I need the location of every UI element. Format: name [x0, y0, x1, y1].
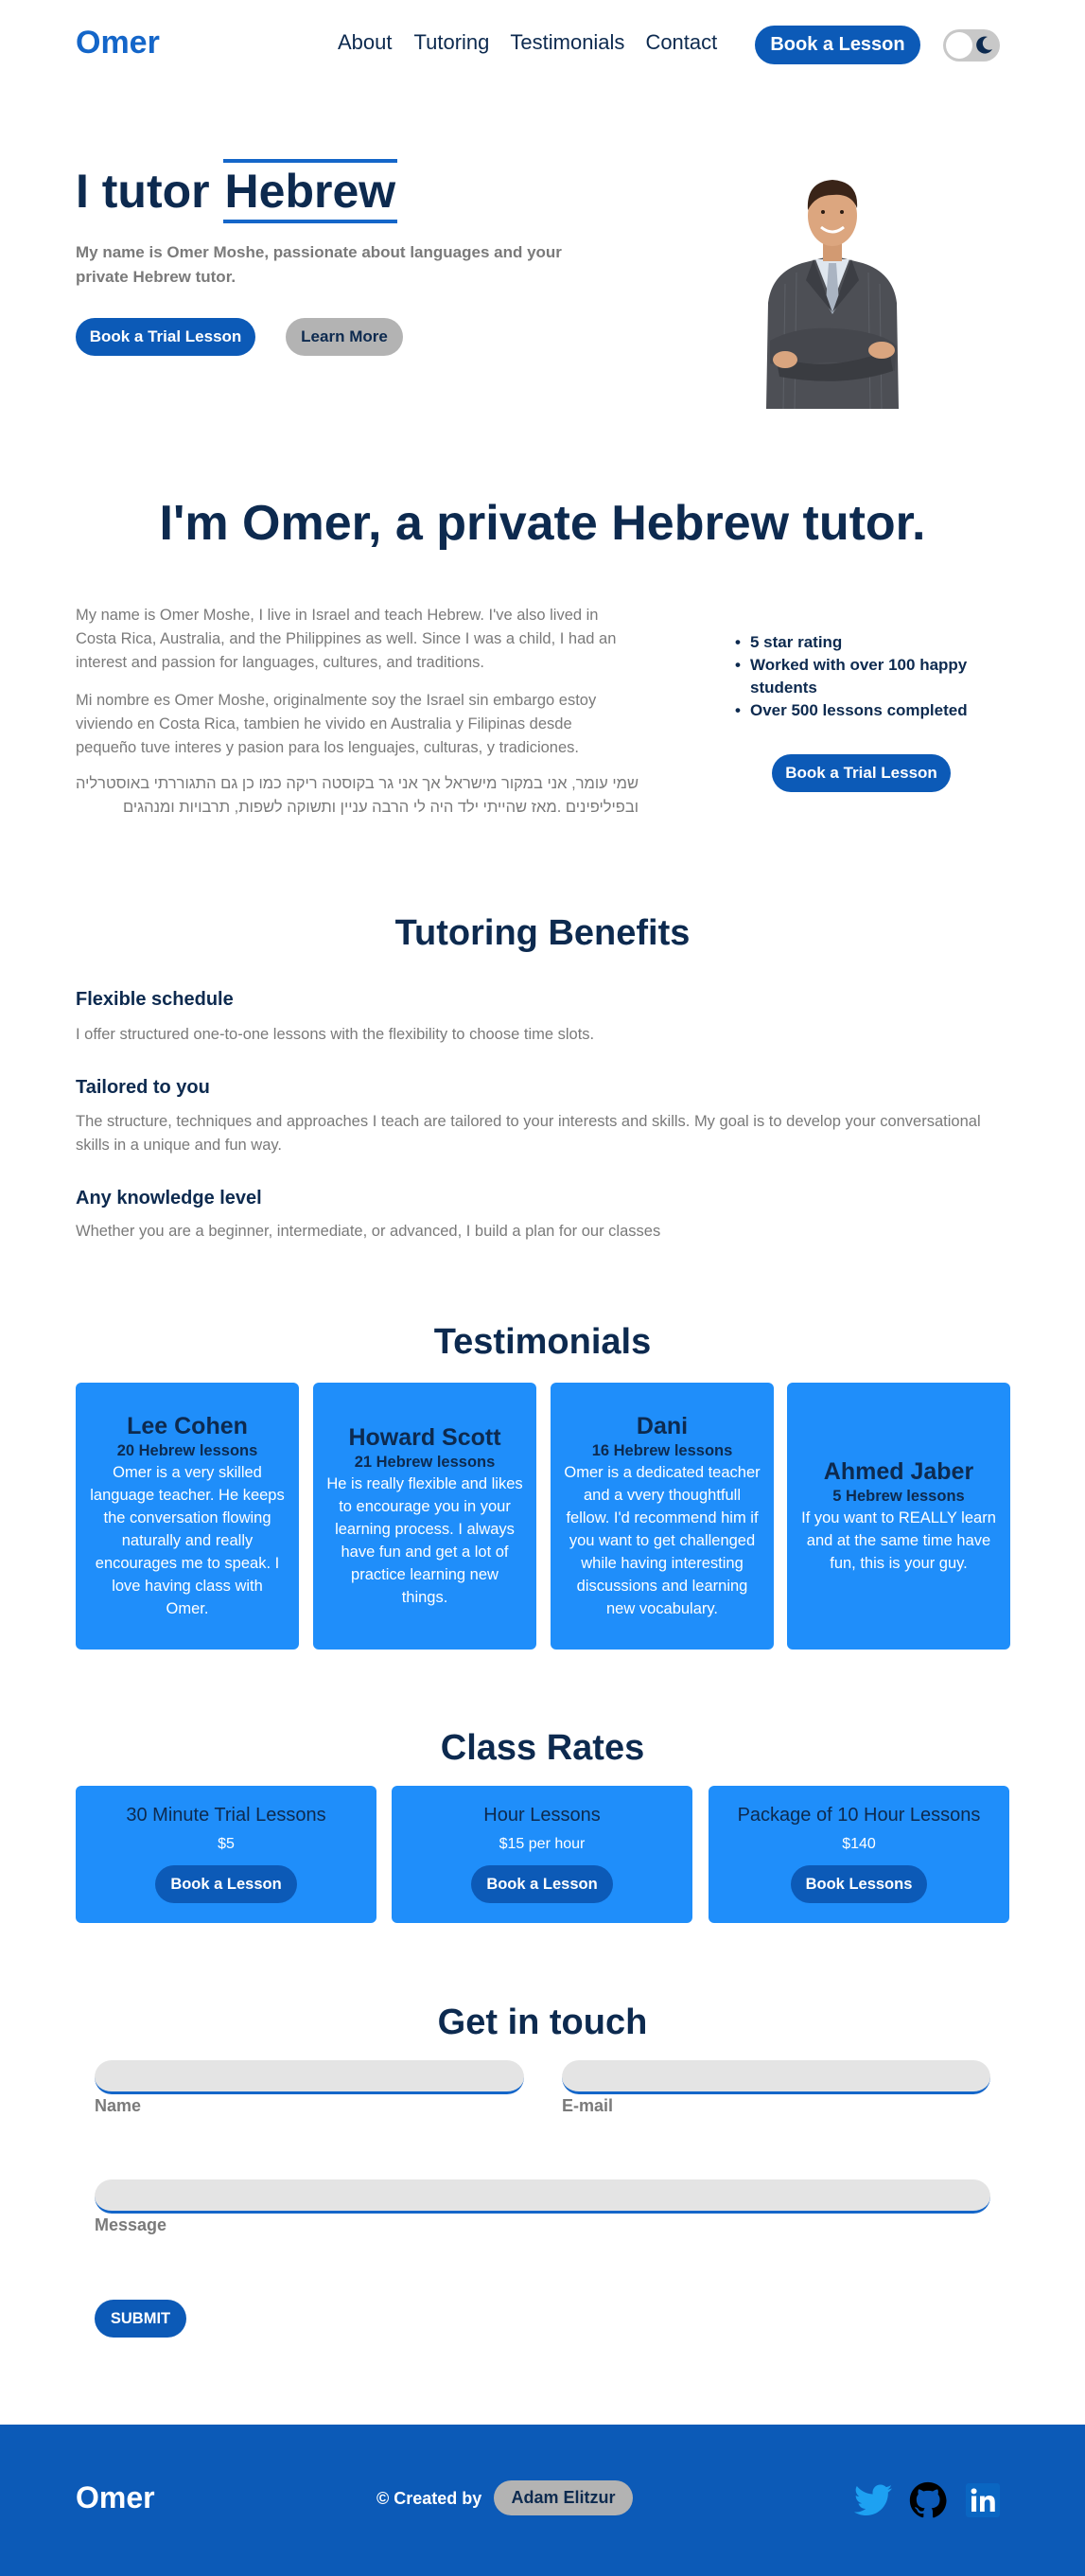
rate-name: Hour Lessons: [483, 1805, 601, 1826]
rate-card: Hour Lessons $15 per hour Book a Lesson: [392, 1786, 692, 1923]
footer-author-badge[interactable]: Adam Elitzur: [494, 2480, 633, 2515]
nav-links: About Tutoring Testimonials Contact: [338, 30, 738, 55]
testimonial-lesson-count: 20 Hebrew lessons: [116, 1442, 258, 1459]
testimonial-card: Dani 16 Hebrew lessons Omer is a dedicat…: [551, 1383, 774, 1650]
testimonial-text: Omer is a dedicated teacher and a vvery …: [564, 1464, 761, 1617]
footer-logo[interactable]: Omer: [76, 2480, 155, 2515]
nav-link-testimonials[interactable]: Testimonials: [510, 30, 624, 55]
testimonials-title: Testimonials: [433, 1322, 652, 1362]
hero-title-highlight: Hebrew: [222, 159, 398, 223]
rate-price: $140: [842, 1836, 876, 1852]
rate-book-button[interactable]: Book a Lesson: [155, 1865, 297, 1903]
testimonial-lesson-count: 21 Hebrew lessons: [354, 1454, 496, 1471]
email-field[interactable]: [562, 2060, 990, 2094]
rate-price: $15 per hour: [499, 1836, 586, 1852]
top-nav: Omer About Tutoring Testimonials Contact…: [0, 0, 1085, 91]
testimonial-card: Lee Cohen 20 Hebrew lessons Omer is a ve…: [76, 1383, 299, 1650]
testimonial-name: Lee Cohen: [127, 1413, 248, 1439]
hero-title: I tutor Hebrew: [76, 159, 398, 223]
site-logo[interactable]: Omer: [76, 25, 160, 62]
testimonial-card: Howard Scott 21 Hebrew lessons He is rea…: [313, 1383, 536, 1650]
nav-link-contact[interactable]: Contact: [645, 30, 717, 55]
testimonial-text: Omer is a very skilled language teacher.…: [90, 1464, 285, 1617]
contact-title: Get in touch: [437, 2003, 648, 2042]
rate-card: 30 Minute Trial Lessons $5 Book a Lesson: [76, 1786, 376, 1923]
testimonial-lesson-count: 5 Hebrew lessons: [832, 1488, 965, 1505]
about-paragraph-english: My name is Omer Moshe, I live in Israel …: [76, 607, 617, 671]
twitter-icon[interactable]: [854, 2481, 892, 2519]
highlight-item: Worked with over 100 happy students: [735, 654, 1019, 699]
hero-learn-more-button[interactable]: Learn More: [286, 318, 403, 356]
name-field[interactable]: [95, 2060, 524, 2094]
rate-name: Package of 10 Hour Lessons: [737, 1805, 981, 1826]
message-label: Message: [95, 2215, 167, 2234]
benefit-heading: Tailored to you: [76, 1077, 210, 1098]
benefit-text: The structure, techniques and approaches…: [76, 1113, 981, 1154]
name-label: Name: [95, 2096, 142, 2115]
highlight-item: 5 star rating: [735, 631, 1019, 654]
benefit-text: Whether you are a beginner, intermediate…: [76, 1223, 661, 1240]
testimonial-name: Dani: [636, 1413, 689, 1439]
about-trial-button[interactable]: Book a Trial Lesson: [772, 754, 951, 792]
rate-book-button[interactable]: Book a Lesson: [471, 1865, 613, 1903]
benefit-heading: Any knowledge level: [76, 1188, 262, 1209]
benefits-title: Tutoring Benefits: [394, 913, 691, 953]
tutor-portrait: [766, 180, 899, 409]
hero-title-prefix: I tutor: [76, 165, 210, 218]
rate-book-button[interactable]: Book Lessons: [790, 1865, 928, 1903]
linkedin-icon[interactable]: [964, 2481, 1002, 2519]
theme-toggle[interactable]: [943, 29, 1000, 62]
email-label: E-mail: [562, 2096, 614, 2115]
github-icon[interactable]: [909, 2481, 947, 2519]
testimonial-name: Ahmed Jaber: [823, 1458, 974, 1485]
about-title: I'm Omer, a private Hebrew tutor.: [159, 496, 926, 551]
rates-title: Class Rates: [440, 1728, 645, 1768]
rate-card: Package of 10 Hour Lessons $140 Book Les…: [709, 1786, 1009, 1923]
about-paragraph-hebrew: שמי עומר, אני במקור מישראל אך אני גר בקו…: [75, 775, 639, 816]
testimonial-name: Howard Scott: [348, 1424, 501, 1451]
footer: Omer © Created by Adam Elitzur: [0, 2425, 1085, 2576]
rate-price: $5: [218, 1836, 235, 1852]
testimonial-lesson-count: 16 Hebrew lessons: [591, 1442, 733, 1459]
hero-subtitle: My name is Omer Moshe, passionate about …: [76, 243, 562, 286]
about-highlights: 5 star rating Worked with over 100 happy…: [735, 631, 1019, 722]
moon-icon: [975, 35, 994, 61]
benefit-heading: Flexible schedule: [76, 989, 234, 1010]
rate-name: 30 Minute Trial Lessons: [126, 1805, 326, 1826]
footer-credit: © Created by: [376, 2489, 482, 2508]
nav-book-lesson-button[interactable]: Book a Lesson: [755, 26, 920, 64]
submit-button[interactable]: SUBMIT: [95, 2300, 186, 2338]
nav-link-tutoring[interactable]: Tutoring: [414, 30, 490, 55]
about-paragraph-spanish: Mi nombre es Omer Moshe, originalmente s…: [76, 692, 597, 756]
benefit-text: I offer structured one-to-one lessons wi…: [76, 1026, 595, 1043]
nav-link-about[interactable]: About: [338, 30, 393, 55]
testimonial-text: He is really flexible and likes to encou…: [326, 1475, 523, 1606]
highlight-item: Over 500 lessons completed: [735, 699, 1019, 722]
testimonial-text: If you want to REALLY learn and at the s…: [801, 1509, 996, 1572]
message-field[interactable]: [95, 2179, 990, 2214]
toggle-knob: [946, 32, 972, 59]
testimonial-card: Ahmed Jaber 5 Hebrew lessons If you want…: [787, 1383, 1010, 1650]
hero-trial-button[interactable]: Book a Trial Lesson: [76, 318, 255, 356]
